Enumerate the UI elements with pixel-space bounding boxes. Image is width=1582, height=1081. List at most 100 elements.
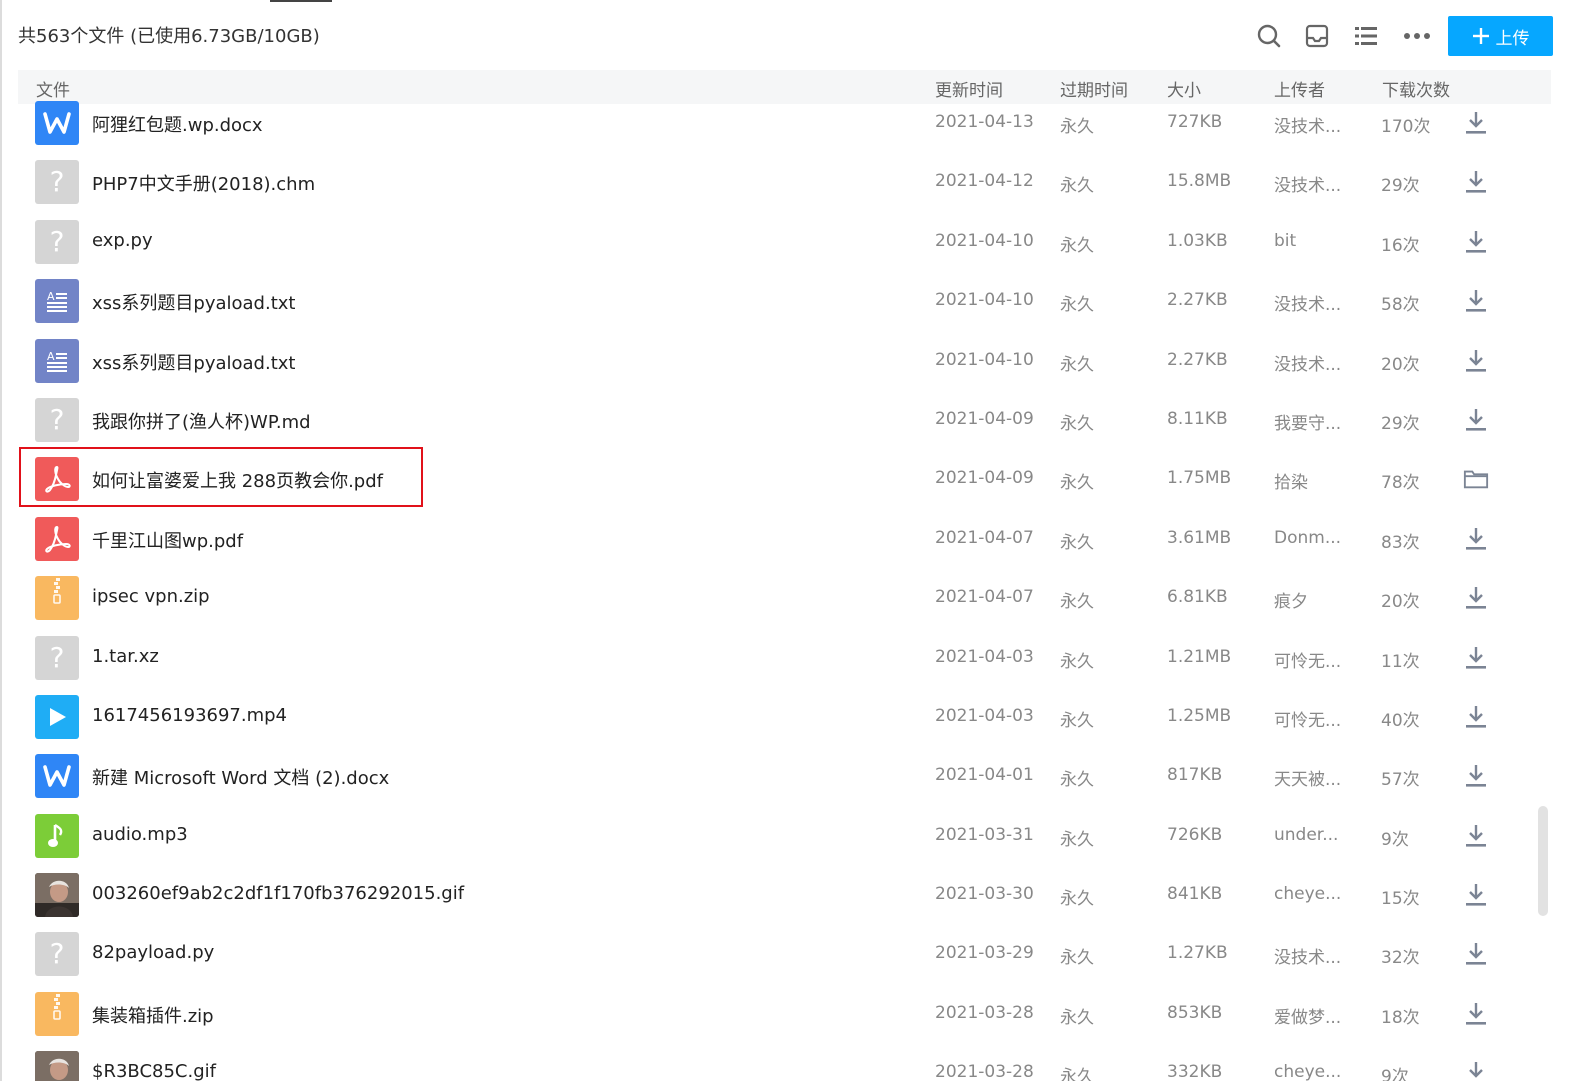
uploader-name: cheye...	[1274, 884, 1342, 905]
file-row[interactable]: ipsec vpn.zip 2021-04-07 永久 6.81KB 痕夕 20次	[18, 569, 1533, 628]
download-count: 9次	[1381, 1067, 1409, 1081]
file-row[interactable]: 003260ef9ab2c2df1f170fb376292015.gif 2021…	[18, 866, 1533, 925]
download-icon[interactable]	[1463, 761, 1489, 791]
file-size: 332KB	[1167, 1062, 1223, 1081]
file-name[interactable]: 新建 Microsoft Word 文档 (2).docx	[92, 764, 389, 790]
file-name[interactable]: xss系列题目pyaload.txt	[92, 289, 295, 315]
file-name[interactable]: 003260ef9ab2c2df1f170fb376292015.gif	[92, 883, 464, 904]
file-name[interactable]: $R3BC85C.gif	[92, 1061, 216, 1081]
expiry: 永久	[1060, 770, 1094, 791]
expiry: 永久	[1060, 354, 1094, 375]
file-name[interactable]: ipsec vpn.zip	[92, 586, 210, 607]
uploader-name: under...	[1274, 824, 1339, 845]
updated-date: 2021-04-10	[935, 230, 1034, 251]
expiry: 永久	[1060, 235, 1094, 256]
download-icon[interactable]	[1463, 583, 1489, 613]
updated-date: 2021-03-29	[935, 943, 1034, 964]
audio-file-icon	[35, 813, 79, 858]
file-row[interactable]: ? exp.py 2021-04-10 永久 1.03KB bit 16次	[18, 213, 1533, 272]
file-row[interactable]: 如何让富婆爱上我 288页教会你.pdf 2021-04-09 永久 1.75MB 拾染…	[18, 450, 1533, 509]
file-row[interactable]: 1617456193697.mp4 2021-04-03 永久 1.25MB 可怜无..…	[18, 688, 1533, 747]
download-count: 57次	[1381, 770, 1420, 791]
download-count: 20次	[1381, 354, 1420, 375]
uploader-name: 天天被...	[1274, 770, 1342, 791]
download-icon[interactable]	[1463, 227, 1489, 257]
file-row[interactable]: Axss系列题目pyaload.txt 2021-04-10 永久 2.27KB 没技术…	[18, 272, 1533, 331]
expiry: 永久	[1060, 710, 1094, 731]
expiry: 永久	[1060, 829, 1094, 850]
download-icon[interactable]	[1463, 1058, 1489, 1081]
download-count: 58次	[1381, 295, 1420, 316]
download-count: 18次	[1381, 1007, 1420, 1028]
download-count: 15次	[1381, 889, 1420, 910]
file-size: 2.27KB	[1167, 290, 1228, 311]
updated-date: 2021-04-07	[935, 587, 1034, 608]
download-icon[interactable]	[1463, 821, 1489, 851]
file-name[interactable]: xss系列题目pyaload.txt	[92, 349, 295, 375]
file-name[interactable]: 我跟你拼了(渔人杯)WP.md	[92, 408, 311, 434]
file-name[interactable]: 1617456193697.mp4	[92, 705, 287, 726]
file-row[interactable]: 千里江山图wp.pdf 2021-04-07 永久 3.61MB Donm... 83次	[18, 510, 1533, 569]
file-row[interactable]: ? PHP7中文手册(2018).chm 2021-04-12 永久 15.8MB 没技术…	[18, 153, 1533, 212]
file-name[interactable]: 集装箱插件.zip	[92, 1002, 214, 1028]
updated-date: 2021-03-28	[935, 1002, 1034, 1023]
inbox-icon[interactable]	[1301, 20, 1333, 52]
file-row[interactable]: 集装箱插件.zip 2021-03-28 永久 853KB 爱做梦... 18次	[18, 985, 1533, 1044]
download-count: 78次	[1381, 473, 1420, 494]
file-row[interactable]: $R3BC85C.gif 2021-03-28 永久 332KB cheye... 9次	[18, 1044, 1533, 1081]
file-row[interactable]: audio.mp3 2021-03-31 永久 726KB under... 9次	[18, 807, 1533, 866]
uploader-name: bit	[1274, 230, 1297, 251]
updated-date: 2021-03-31	[935, 824, 1034, 845]
zip-archive-icon	[35, 576, 79, 621]
upload-button[interactable]: 上传	[1448, 16, 1553, 56]
uploader-name: cheye...	[1274, 1062, 1342, 1081]
unknown-file-icon: ?	[35, 219, 79, 264]
file-name[interactable]: 千里江山图wp.pdf	[92, 527, 243, 553]
download-icon[interactable]	[1463, 643, 1489, 673]
file-row[interactable]: ? 82payload.py 2021-03-29 永久 1.27KB 没技术... 32次	[18, 925, 1533, 984]
image-thumbnail-icon	[35, 873, 79, 918]
file-name[interactable]: exp.py	[92, 230, 153, 251]
expiry: 永久	[1060, 473, 1094, 494]
open-folder-icon[interactable]	[1463, 464, 1489, 494]
file-row[interactable]: ? 我跟你拼了(渔人杯)WP.md 2021-04-09 永久 8.11KB 我要守...…	[18, 391, 1533, 450]
file-row[interactable]: ? 1.tar.xz 2021-04-03 永久 1.21MB 可怜无... 11次	[18, 629, 1533, 688]
uploader-name: 没技术...	[1274, 176, 1342, 197]
unknown-file-icon: ?	[35, 932, 79, 977]
file-name[interactable]: audio.mp3	[92, 824, 188, 845]
download-icon[interactable]	[1463, 939, 1489, 969]
more-options-icon[interactable]	[1401, 20, 1433, 52]
expiry: 永久	[1060, 948, 1094, 969]
download-icon[interactable]	[1463, 286, 1489, 316]
file-row[interactable]: 新建 Microsoft Word 文档 (2).docx 2021-04-01 永…	[18, 747, 1533, 806]
file-row[interactable]: Axss系列题目pyaload.txt 2021-04-10 永久 2.27KB 没技术…	[18, 332, 1533, 391]
file-name[interactable]: PHP7中文手册(2018).chm	[92, 170, 315, 196]
video-file-icon	[35, 694, 79, 739]
download-icon[interactable]	[1463, 999, 1489, 1029]
download-icon[interactable]	[1463, 524, 1489, 554]
expiry: 永久	[1060, 117, 1094, 137]
download-icon[interactable]	[1463, 405, 1489, 435]
search-icon[interactable]	[1253, 20, 1285, 52]
download-count: 11次	[1381, 651, 1420, 672]
list-view-icon[interactable]	[1350, 20, 1382, 52]
download-icon[interactable]	[1463, 702, 1489, 732]
uploader-name: 没技术...	[1274, 354, 1342, 375]
download-icon[interactable]	[1463, 167, 1489, 197]
download-icon[interactable]	[1463, 346, 1489, 376]
file-name[interactable]: 82payload.py	[92, 942, 214, 963]
file-row[interactable]: 阿狸红包题.wp.docx 2021-04-13 永久 727KB 没技术... 170次	[18, 94, 1533, 153]
scrollbar-thumb[interactable]	[1538, 806, 1548, 916]
download-icon[interactable]	[1463, 108, 1489, 138]
updated-date: 2021-04-07	[935, 527, 1034, 548]
updated-date: 2021-04-10	[935, 290, 1034, 311]
uploader-name: 没技术...	[1274, 295, 1342, 316]
scrollbar[interactable]	[1536, 104, 1550, 1081]
file-name[interactable]: 1.tar.xz	[92, 646, 159, 667]
file-size: 3.61MB	[1167, 527, 1232, 548]
expiry: 永久	[1060, 1067, 1094, 1081]
file-name[interactable]: 如何让富婆爱上我 288页教会你.pdf	[92, 467, 383, 493]
download-icon[interactable]	[1463, 880, 1489, 910]
file-name[interactable]: 阿狸红包题.wp.docx	[92, 111, 263, 137]
file-size: 1.03KB	[1167, 230, 1228, 251]
